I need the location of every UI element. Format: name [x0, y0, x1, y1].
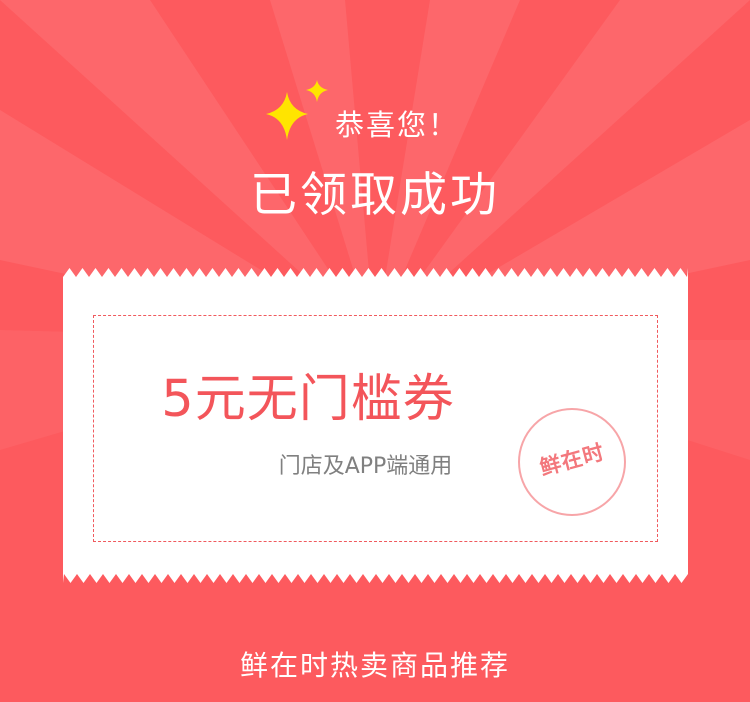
brand-stamp: 鲜在时: [518, 408, 626, 516]
congrats-text: 恭喜您！: [335, 108, 460, 142]
section-title-recommendations: 鲜在时热卖商品推荐: [239, 649, 510, 682]
sparkle-icon: [266, 80, 328, 140]
coupon-card: 5元无门槛券 门店及APP端通用 鲜在时: [63, 268, 688, 583]
page-title: 已领取成功: [250, 168, 500, 223]
